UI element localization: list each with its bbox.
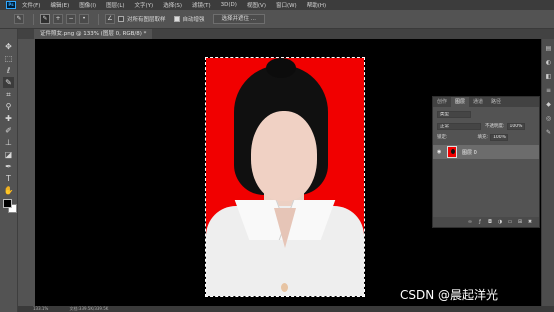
adjustment-layer-icon[interactable]: ◑ (497, 219, 503, 225)
color-icon[interactable]: ◐ (545, 59, 552, 66)
move-icon[interactable]: ✥ (3, 41, 14, 52)
lasso-icon[interactable]: ℓ (3, 65, 14, 76)
pen-icon[interactable]: ✒ (3, 161, 14, 172)
menu-help[interactable]: 帮助(H) (307, 1, 326, 9)
menu-edit[interactable]: 编辑(E) (50, 1, 69, 9)
divider (98, 13, 99, 25)
fill-label: 填充: (477, 135, 489, 140)
layers-panel-tabs: 创作 图层 通道 路径 (433, 97, 539, 107)
layers-icon[interactable]: ◆ (545, 101, 552, 108)
subtract-selection-icon[interactable]: − (66, 14, 76, 24)
fill-input[interactable]: 100% (490, 133, 509, 141)
angle-icon[interactable]: ∠ (105, 14, 115, 24)
layer-thumbnail (447, 146, 457, 158)
layer-row[interactable]: ◉ 图层 0 (433, 145, 539, 159)
auto-enhance-label: 自动增强 (182, 17, 205, 23)
new-selection-icon[interactable]: ✎ (40, 14, 50, 24)
layers-panel: 创作 图层 通道 路径 类型 正常 不透明度: 100% 锁定: 填充: 100… (432, 96, 540, 228)
tab-paths[interactable]: 路径 (487, 97, 505, 107)
status-bar: 133.1% 文档:339.5K/339.5K (18, 306, 554, 312)
lock-row: 锁定: 填充: 100% (433, 132, 541, 142)
add-to-selection-icon[interactable]: + (53, 14, 63, 24)
tool-preset-icon[interactable]: ✎ (14, 14, 24, 24)
link-layers-icon[interactable]: ∞ (467, 219, 473, 225)
foreground-color-swatch[interactable] (3, 199, 12, 208)
type-icon[interactable]: T (3, 173, 14, 184)
blurred-face-shape (251, 111, 317, 201)
visibility-eye-icon[interactable]: ◉ (437, 149, 443, 155)
hair-bun-shape (266, 58, 296, 78)
tools-panel: ✥ ⬚ ℓ ✎ ⌗ ⚲ ✚ ✐ ⊥ ◪ ✒ T ✋ (0, 29, 18, 312)
eraser-icon[interactable]: ◪ (3, 149, 14, 160)
menu-window[interactable]: 窗口(W) (276, 1, 297, 9)
menu-file[interactable]: 文件(F) (22, 1, 40, 9)
properties-icon[interactable]: ≡ (545, 87, 552, 94)
menu-type[interactable]: 文字(Y) (135, 1, 154, 9)
tab-layers[interactable]: 图层 (451, 97, 470, 107)
add-mask-icon[interactable]: ◘ (487, 219, 493, 225)
auto-enhance-checkbox[interactable] (173, 16, 180, 22)
menu-filter[interactable]: 滤镜(T) (192, 1, 211, 9)
menu-select[interactable]: 选择(S) (163, 1, 182, 9)
paths-icon[interactable]: ✎ (545, 129, 552, 136)
layers-footer: ∞ ƒ ◘ ◑ ▭ ⊞ ✖ (433, 217, 539, 227)
document-tab[interactable]: 证件照女.png @ 133% (图层 0, RGB/8) * (34, 29, 153, 39)
sample-all-layers-label: 对所有图层取样 (127, 17, 166, 23)
layer-filter-row: 类型 (433, 109, 541, 119)
channels-icon[interactable]: ◎ (545, 115, 552, 122)
eyedropper-icon[interactable]: ⚲ (3, 101, 14, 112)
select-and-mask-button[interactable]: 选择并遮住 ... (212, 14, 266, 24)
options-bar: ✎ ✎ + − • ∠ 对所有图层取样 自动增强 选择并遮住 ... (0, 10, 554, 29)
adjustments-icon[interactable]: ◧ (545, 73, 552, 80)
menu-bar: Ps 文件(F) 编辑(E) 图像(I) 图层(L) 文字(Y) 选择(S) 滤… (0, 0, 554, 10)
divider (33, 13, 34, 25)
menu-3d[interactable]: 3D(D) (221, 2, 237, 8)
tab-create[interactable]: 创作 (433, 97, 451, 107)
healing-icon[interactable]: ✚ (3, 113, 14, 124)
photoshop-logo-icon: Ps (6, 1, 16, 9)
menu-layer[interactable]: 图层(L) (106, 1, 124, 9)
crop-icon[interactable]: ⌗ (3, 89, 14, 100)
quick-select-icon[interactable]: ✎ (3, 77, 14, 88)
layer-filter-select[interactable]: 类型 (437, 110, 471, 118)
lock-label: 锁定: (437, 135, 448, 140)
zoom-level[interactable]: 133.1% (33, 306, 48, 311)
menu-view[interactable]: 视图(V) (247, 1, 266, 9)
new-layer-icon[interactable]: ⊞ (517, 219, 523, 225)
history-icon[interactable]: ▤ (545, 45, 552, 52)
hand-icon[interactable]: ✋ (3, 185, 14, 196)
blend-row: 正常 不透明度: 100% (433, 121, 541, 131)
id-photo-image[interactable] (205, 57, 365, 297)
menu-image[interactable]: 图像(I) (79, 1, 96, 9)
delete-layer-icon[interactable]: ✖ (527, 219, 533, 225)
opacity-label: 不透明度: (485, 124, 505, 129)
sample-all-layers-checkbox[interactable] (118, 16, 124, 22)
shirt-button-shape (281, 283, 288, 292)
tab-channels[interactable]: 通道 (469, 97, 487, 107)
opacity-input[interactable]: 100% (506, 122, 525, 130)
blend-mode-select[interactable]: 正常 (437, 122, 481, 130)
marquee-icon[interactable]: ⬚ (3, 53, 14, 64)
stamp-icon[interactable]: ⊥ (3, 137, 14, 148)
layer-name[interactable]: 图层 0 (462, 149, 477, 156)
brush-icon[interactable]: ✐ (3, 125, 14, 136)
document-size: 文档:339.5K/339.5K (69, 306, 109, 311)
fx-icon[interactable]: ƒ (477, 219, 483, 225)
right-dock: ▤ ◐ ◧ ≡ ◆ ◎ ✎ (541, 39, 554, 312)
new-group-icon[interactable]: ▭ (507, 219, 513, 225)
document-tab-bar: 证件照女.png @ 133% (图层 0, RGB/8) * (18, 29, 554, 39)
brush-size-icon[interactable]: • (79, 14, 89, 24)
watermark: CSDN @晨起洋光 (400, 288, 499, 302)
